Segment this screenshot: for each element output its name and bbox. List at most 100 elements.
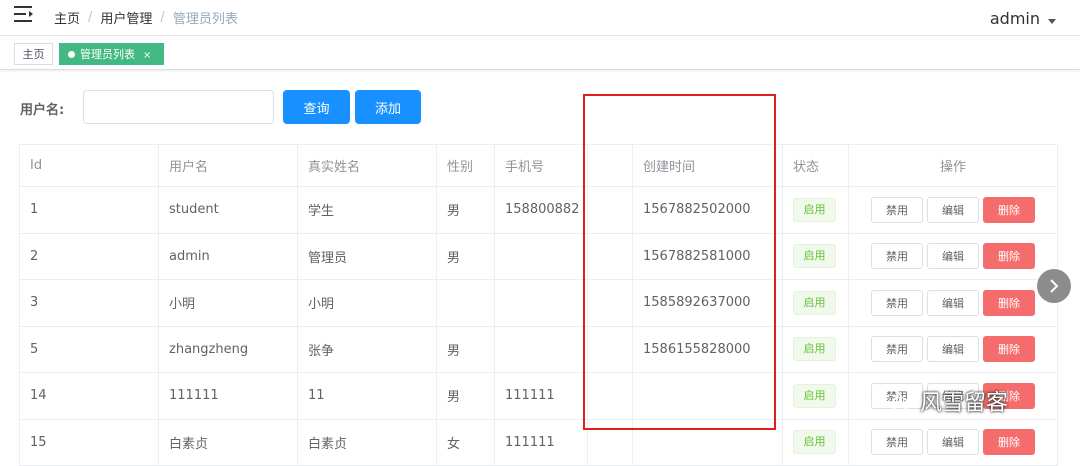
status-badge: 启用: [793, 430, 836, 455]
delete-button[interactable]: 删除: [983, 196, 1035, 223]
status-badge: 启用: [793, 244, 836, 269]
cell-gender: 男: [436, 232, 495, 280]
cell-status: 启用: [782, 325, 849, 373]
cell-id: 14: [19, 372, 159, 420]
tag-admin-list[interactable]: 管理员列表 ×: [59, 43, 164, 65]
edit-button[interactable]: 编辑: [927, 336, 979, 363]
delete-button[interactable]: 删除: [983, 336, 1035, 363]
wechat-icon: [880, 389, 909, 412]
delete-button[interactable]: 删除: [983, 289, 1035, 316]
top-navbar: 主页 / 用户管理 / 管理员列表 admin: [0, 0, 1080, 36]
cell-id: 15: [19, 418, 159, 466]
table-row: 5 zhangzheng 张争男 1586155828000 启用 禁用 编辑 删除: [19, 325, 1058, 373]
cell-id: 3: [19, 279, 159, 327]
cell-created: [632, 418, 783, 466]
hamburger-icon[interactable]: [14, 5, 34, 23]
column-header-actions: 操作: [848, 144, 1058, 187]
status-badge: 启用: [793, 337, 836, 362]
watermark-text: 风雪留客: [920, 391, 1009, 416]
cell-phone: [494, 279, 588, 327]
edit-button[interactable]: 编辑: [927, 429, 979, 456]
table-row: 3 小明 小明 1585892637000 启用 禁用 编辑 删除: [19, 279, 1058, 327]
cell-gender: 男: [436, 186, 495, 234]
cell-actions: 禁用 编辑 删除: [848, 232, 1058, 280]
cell-created: 1585892637000: [632, 279, 783, 327]
cell-created: 1567882502000: [632, 186, 783, 234]
column-header-status: 状态: [782, 144, 849, 187]
cell-id: 2: [19, 232, 159, 280]
cell-realname: 学生: [297, 186, 437, 234]
disable-button[interactable]: 禁用: [871, 289, 923, 316]
tags-view-bar: 主页 管理员列表 ×: [0, 40, 1080, 70]
cell-created: 1586155828000: [632, 325, 783, 373]
cell-blank: [587, 279, 633, 327]
cell-blank: [587, 372, 633, 420]
cell-phone: 111111: [494, 372, 588, 420]
cell-status: 启用: [782, 372, 849, 420]
cell-blank: [587, 186, 633, 234]
tag-admin-list-label: 管理员列表: [80, 48, 135, 61]
disable-button[interactable]: 禁用: [871, 429, 923, 456]
table-row: 1 student 学生男 158800882 1567882502000 启用 禁用 编辑删…: [19, 186, 1058, 234]
cell-realname: 白素贞: [297, 418, 437, 466]
cell-id: 5: [19, 325, 159, 373]
cell-username: zhangzheng: [158, 325, 298, 373]
cell-gender: 女: [436, 418, 495, 466]
cell-blank: [587, 325, 633, 373]
delete-button[interactable]: 删除: [983, 243, 1035, 270]
breadcrumb-current: 管理员列表: [172, 12, 238, 27]
cell-phone: [494, 325, 588, 373]
user-menu[interactable]: admin: [990, 9, 1056, 28]
cell-phone: 111111: [494, 418, 588, 466]
cell-realname: 张争: [297, 325, 437, 373]
cell-actions: 禁用 编辑 删除: [848, 325, 1058, 373]
table-header-row: Id 用户名 真实姓名 性别 手机号 创建时间 状态 操作: [19, 144, 1058, 187]
tag-home[interactable]: 主页: [14, 43, 53, 65]
disable-button[interactable]: 禁用: [871, 336, 923, 363]
cell-realname: 11: [297, 372, 437, 420]
edit-button[interactable]: 编辑: [927, 196, 979, 223]
cell-phone: [494, 232, 588, 280]
chevron-right-icon[interactable]: [1037, 269, 1071, 303]
column-header-gender: 性别: [436, 144, 495, 187]
cell-realname: 小明: [297, 279, 437, 327]
column-header-created: 创建时间: [632, 144, 783, 187]
status-badge: 启用: [793, 290, 836, 315]
cell-username: 111111: [158, 372, 298, 420]
cell-blank: [587, 418, 633, 466]
caret-down-icon: [1048, 19, 1056, 24]
column-header-phone: 手机号: [494, 144, 588, 187]
breadcrumb-separator: /: [160, 10, 165, 25]
add-button[interactable]: 添加: [355, 90, 421, 124]
username-search-input[interactable]: [83, 90, 274, 124]
close-icon[interactable]: ×: [143, 50, 151, 61]
watermark: 风雪留客: [880, 384, 1008, 418]
tag-home-label: 主页: [22, 48, 45, 61]
query-button[interactable]: 查询: [283, 90, 350, 124]
breadcrumb-user-management[interactable]: 用户管理: [100, 8, 152, 27]
cell-gender: 男: [436, 372, 495, 420]
active-dot-icon: [68, 50, 75, 58]
delete-button[interactable]: 删除: [983, 429, 1035, 456]
cell-status: 启用: [782, 418, 849, 466]
cell-created: [632, 372, 783, 420]
table-row: 15 白素贞 白素贞女 111111 启用 禁用 编辑 删除: [19, 418, 1058, 466]
disable-button[interactable]: 禁用: [871, 196, 923, 223]
breadcrumb-home[interactable]: 主页: [54, 8, 80, 27]
cell-created: 1567882581000: [632, 232, 783, 280]
breadcrumb: 主页 / 用户管理 / 管理员列表: [54, 8, 238, 27]
username-label: admin: [989, 9, 1040, 28]
column-header-blank: [587, 144, 633, 187]
cell-username: 白素贞: [158, 418, 298, 466]
edit-button[interactable]: 编辑: [927, 243, 979, 270]
cell-actions: 禁用 编辑 删除: [848, 418, 1058, 466]
edit-button[interactable]: 编辑: [927, 289, 979, 316]
cell-gender: [436, 279, 495, 327]
disable-button[interactable]: 禁用: [871, 243, 923, 270]
cell-phone: 158800882: [494, 186, 588, 234]
cell-actions: 禁用 编辑 删除: [848, 279, 1058, 327]
cell-status: 启用: [782, 232, 849, 280]
cell-status: 启用: [782, 186, 849, 234]
cell-username: 小明: [158, 279, 298, 327]
cell-username: admin: [158, 232, 298, 280]
